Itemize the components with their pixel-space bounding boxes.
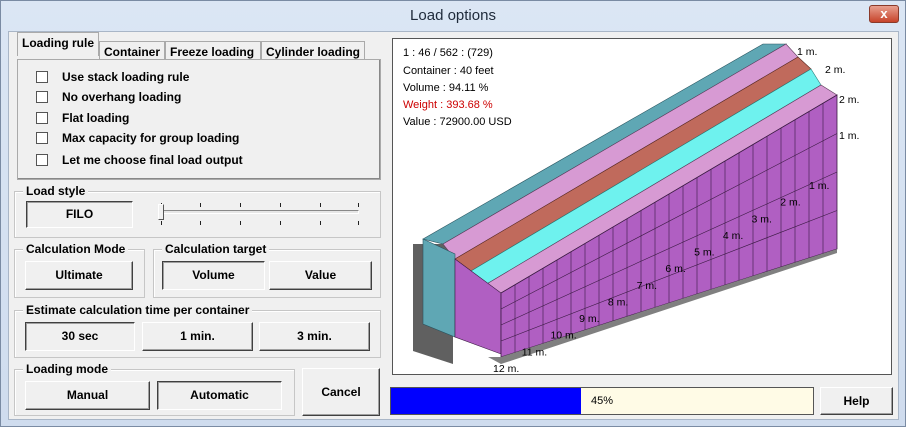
dimension-label: 3 m. <box>752 213 772 225</box>
close-icon[interactable]: x <box>869 5 899 23</box>
dimension-label: 4 m. <box>723 230 743 242</box>
dimension-label: 10 m. <box>550 330 576 342</box>
cancel-button[interactable]: Cancel <box>302 368 380 416</box>
slider-tick <box>358 221 359 225</box>
calculation-progress-bar: 45% <box>390 387 814 415</box>
dimension-label: 1 m. <box>809 180 829 192</box>
dimension-label: 11 m. <box>522 346 547 358</box>
checkbox-box[interactable] <box>36 112 48 124</box>
dimension-label: 1 m. <box>797 46 817 58</box>
load-3d-viewer[interactable]: 1 : 46 / 562 : (729) Container : 40 feet… <box>392 38 892 375</box>
title-bar: Load options x <box>1 1 905 31</box>
tab-loading-rule[interactable]: Loading rule <box>17 32 99 56</box>
estimate-30-sec-button[interactable]: 30 sec <box>25 322 135 351</box>
load-style-filo-button[interactable]: FILO <box>26 201 133 228</box>
automatic-button[interactable]: Automatic <box>157 381 282 410</box>
dialog-client: Loading rule Container Freeze loading Cy… <box>8 31 899 420</box>
dimension-label: 2 m. <box>839 94 859 106</box>
manual-button[interactable]: Manual <box>25 381 150 410</box>
checkbox-box[interactable] <box>36 154 48 166</box>
load-options-window: Load options x Loading rule Container Fr… <box>0 0 906 427</box>
tab-freeze-loading[interactable]: Freeze loading <box>165 41 261 61</box>
dimension-label: 8 m. <box>608 296 628 308</box>
load-style-slider-track[interactable] <box>159 210 359 214</box>
tab-cylinder-loading[interactable]: Cylinder loading <box>261 41 365 61</box>
slider-tick <box>280 203 281 207</box>
value-button[interactable]: Value <box>269 261 372 290</box>
container-3d-render: 1 m. 2 m. 2 m. 1 m. 1 m. 2 m. 3 m. 4 m. 5 m. 6 m.… <box>413 43 859 374</box>
estimate-1-min-button[interactable]: 1 min. <box>142 322 253 351</box>
window-title: Load options <box>410 7 496 24</box>
slider-tick <box>200 203 201 207</box>
progress-label: 45% <box>590 395 614 407</box>
checkbox-box[interactable] <box>36 91 48 103</box>
dimension-label: 7 m. <box>637 280 657 292</box>
dimension-label: 5 m. <box>694 247 714 259</box>
dimension-label: 9 m. <box>579 313 599 325</box>
slider-tick <box>280 221 281 225</box>
slider-tick <box>320 221 321 225</box>
checkbox-box[interactable] <box>36 132 48 144</box>
dimension-label: 2 m. <box>780 197 800 209</box>
slider-tick <box>320 203 321 207</box>
ultimate-button[interactable]: Ultimate <box>25 261 133 290</box>
checkbox-box[interactable] <box>36 71 48 83</box>
end-face-teal <box>422 238 456 338</box>
slider-tick <box>358 203 359 207</box>
loading-rule-panel: Use stack loading rule No overhang loadi… <box>17 59 381 180</box>
slider-tick <box>161 221 162 225</box>
load-style-slider-thumb[interactable] <box>158 204 164 220</box>
dimension-label: 6 m. <box>665 263 685 275</box>
dimension-label: 2 m. <box>825 64 845 76</box>
dimension-label: 12 m. <box>493 363 519 374</box>
help-button[interactable]: Help <box>820 387 893 415</box>
tab-container[interactable]: Container <box>99 41 165 61</box>
slider-tick <box>240 221 241 225</box>
estimate-3-min-button[interactable]: 3 min. <box>259 322 370 351</box>
slider-tick <box>200 221 201 225</box>
slider-tick <box>240 203 241 207</box>
volume-button[interactable]: Volume <box>162 261 265 290</box>
dimension-label: 1 m. <box>839 130 859 142</box>
